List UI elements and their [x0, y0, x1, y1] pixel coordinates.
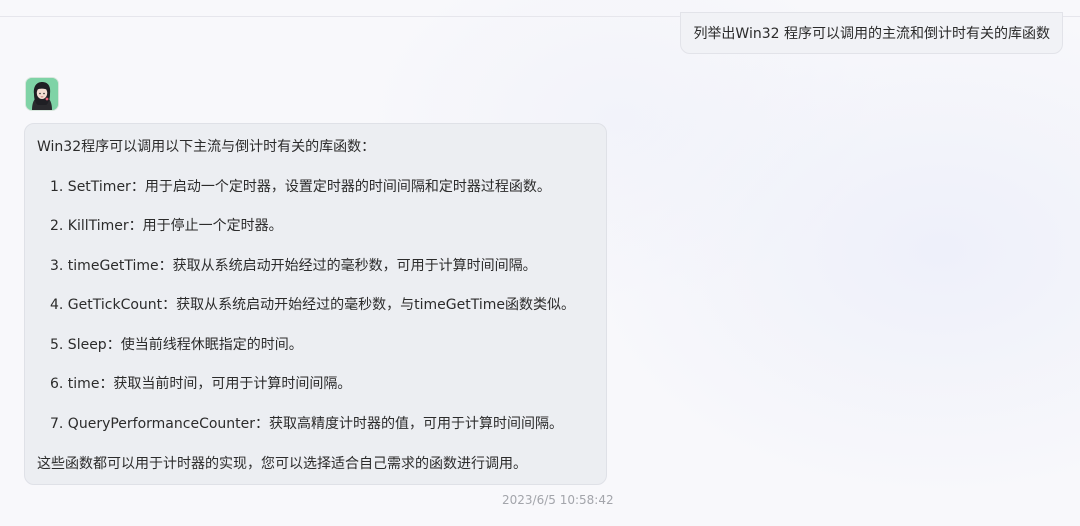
avatar-icon[interactable] — [25, 77, 59, 111]
reply-list-item: 1. SetTimer：用于启动一个定时器，设置定时器的时间间隔和定时器过程函数… — [50, 179, 551, 195]
reply-list-item: 5. Sleep：使当前线程休眠指定的时间。 — [50, 337, 303, 353]
reply-intro: Win32程序可以调用以下主流与倒计时有关的库函数： — [37, 139, 376, 155]
user-message-text: 列举出Win32 程序可以调用的主流和倒计时有关的库函数 — [693, 26, 1050, 42]
reply-list-item: 4. GetTickCount：获取从系统启动开始经过的毫秒数，与timeGet… — [50, 297, 575, 313]
reply-list-item: 2. KillTimer：用于停止一个定时器。 — [50, 218, 283, 234]
reply-outro: 这些函数都可以用于计时器的实现，您可以选择适合自己需求的函数进行调用。 — [37, 456, 527, 472]
assistant-reply-bubble: Win32程序可以调用以下主流与倒计时有关的库函数： 1. SetTimer：用… — [24, 123, 607, 485]
reply-list-item: 3. timeGetTime：获取从系统启动开始经过的毫秒数，可用于计算时间间隔… — [50, 258, 537, 274]
user-message-bubble: 列举出Win32 程序可以调用的主流和倒计时有关的库函数 — [680, 12, 1063, 54]
avatar-illustration — [26, 78, 58, 110]
message-timestamp: 2023/6/5 10:58:42 — [502, 493, 614, 507]
reply-list-item: 7. QueryPerformanceCounter：获取高精度计时器的值，可用… — [50, 416, 564, 432]
reply-list-item: 6. time：获取当前时间，可用于计算时间间隔。 — [50, 376, 352, 392]
